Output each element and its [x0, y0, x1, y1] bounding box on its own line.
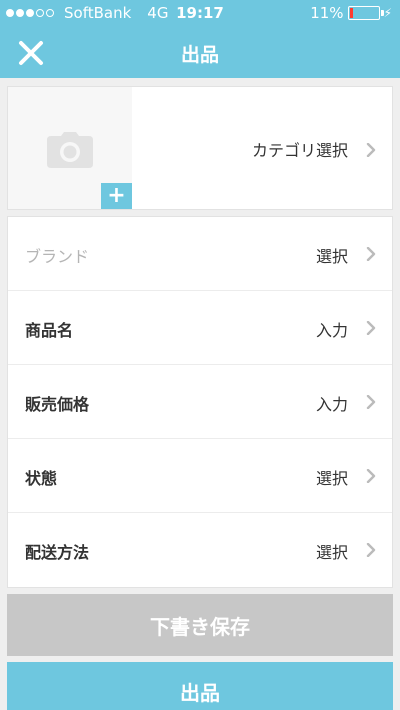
form-row-condition[interactable]: 状態 選択 — [8, 439, 392, 513]
row-label: 配送方法 — [25, 543, 90, 562]
save-draft-button[interactable]: 下書き保存 — [7, 594, 393, 656]
photo-upload-area[interactable]: + — [8, 87, 132, 209]
row-value: 選択 — [315, 543, 348, 562]
charging-icon: ⚡ — [383, 6, 392, 20]
row-value: 選択 — [315, 247, 348, 266]
form-row-brand[interactable]: ブランド 選択 — [8, 217, 392, 291]
row-label: ブランド — [25, 247, 90, 266]
form-row-shipping-method[interactable]: 配送方法 選択 — [8, 513, 392, 587]
row-label: 商品名 — [25, 321, 74, 340]
battery-level — [349, 8, 353, 18]
app-header: SoftBank 4G 19:17 11% ⚡ 出品 — [0, 0, 400, 78]
listing-form: ブランド 選択 商品名 入力 販売価格 入力 状態 選択 配送方法 選択 — [7, 216, 393, 588]
chevron-right-icon — [364, 320, 378, 336]
form-row-price[interactable]: 販売価格 入力 — [8, 365, 392, 439]
submit-listing-button[interactable]: 出品 — [7, 662, 393, 710]
category-select[interactable]: カテゴリ選択 — [132, 87, 392, 209]
row-label: 状態 — [25, 469, 58, 488]
row-value: 選択 — [315, 469, 348, 488]
chevron-right-icon — [364, 246, 378, 262]
page-title: 出品 — [180, 44, 219, 66]
add-photo-button[interactable]: + — [101, 183, 132, 209]
chevron-right-icon — [364, 542, 378, 558]
chevron-right-icon — [364, 142, 378, 158]
photo-category-card: + カテゴリ選択 — [7, 86, 393, 210]
chevron-right-icon — [364, 394, 378, 410]
row-value: 入力 — [315, 321, 348, 340]
chevron-right-icon — [364, 468, 378, 484]
category-label: カテゴリ選択 — [251, 141, 348, 160]
camera-icon — [47, 132, 93, 168]
battery-percent: 11% — [310, 4, 344, 22]
row-label: 販売価格 — [25, 395, 90, 414]
status-bar: SoftBank 4G 19:17 11% ⚡ — [0, 0, 400, 26]
row-value: 入力 — [315, 395, 348, 414]
form-row-product-name[interactable]: 商品名 入力 — [8, 291, 392, 365]
battery-icon — [347, 6, 384, 20]
nav-bar: 出品 — [0, 26, 400, 78]
